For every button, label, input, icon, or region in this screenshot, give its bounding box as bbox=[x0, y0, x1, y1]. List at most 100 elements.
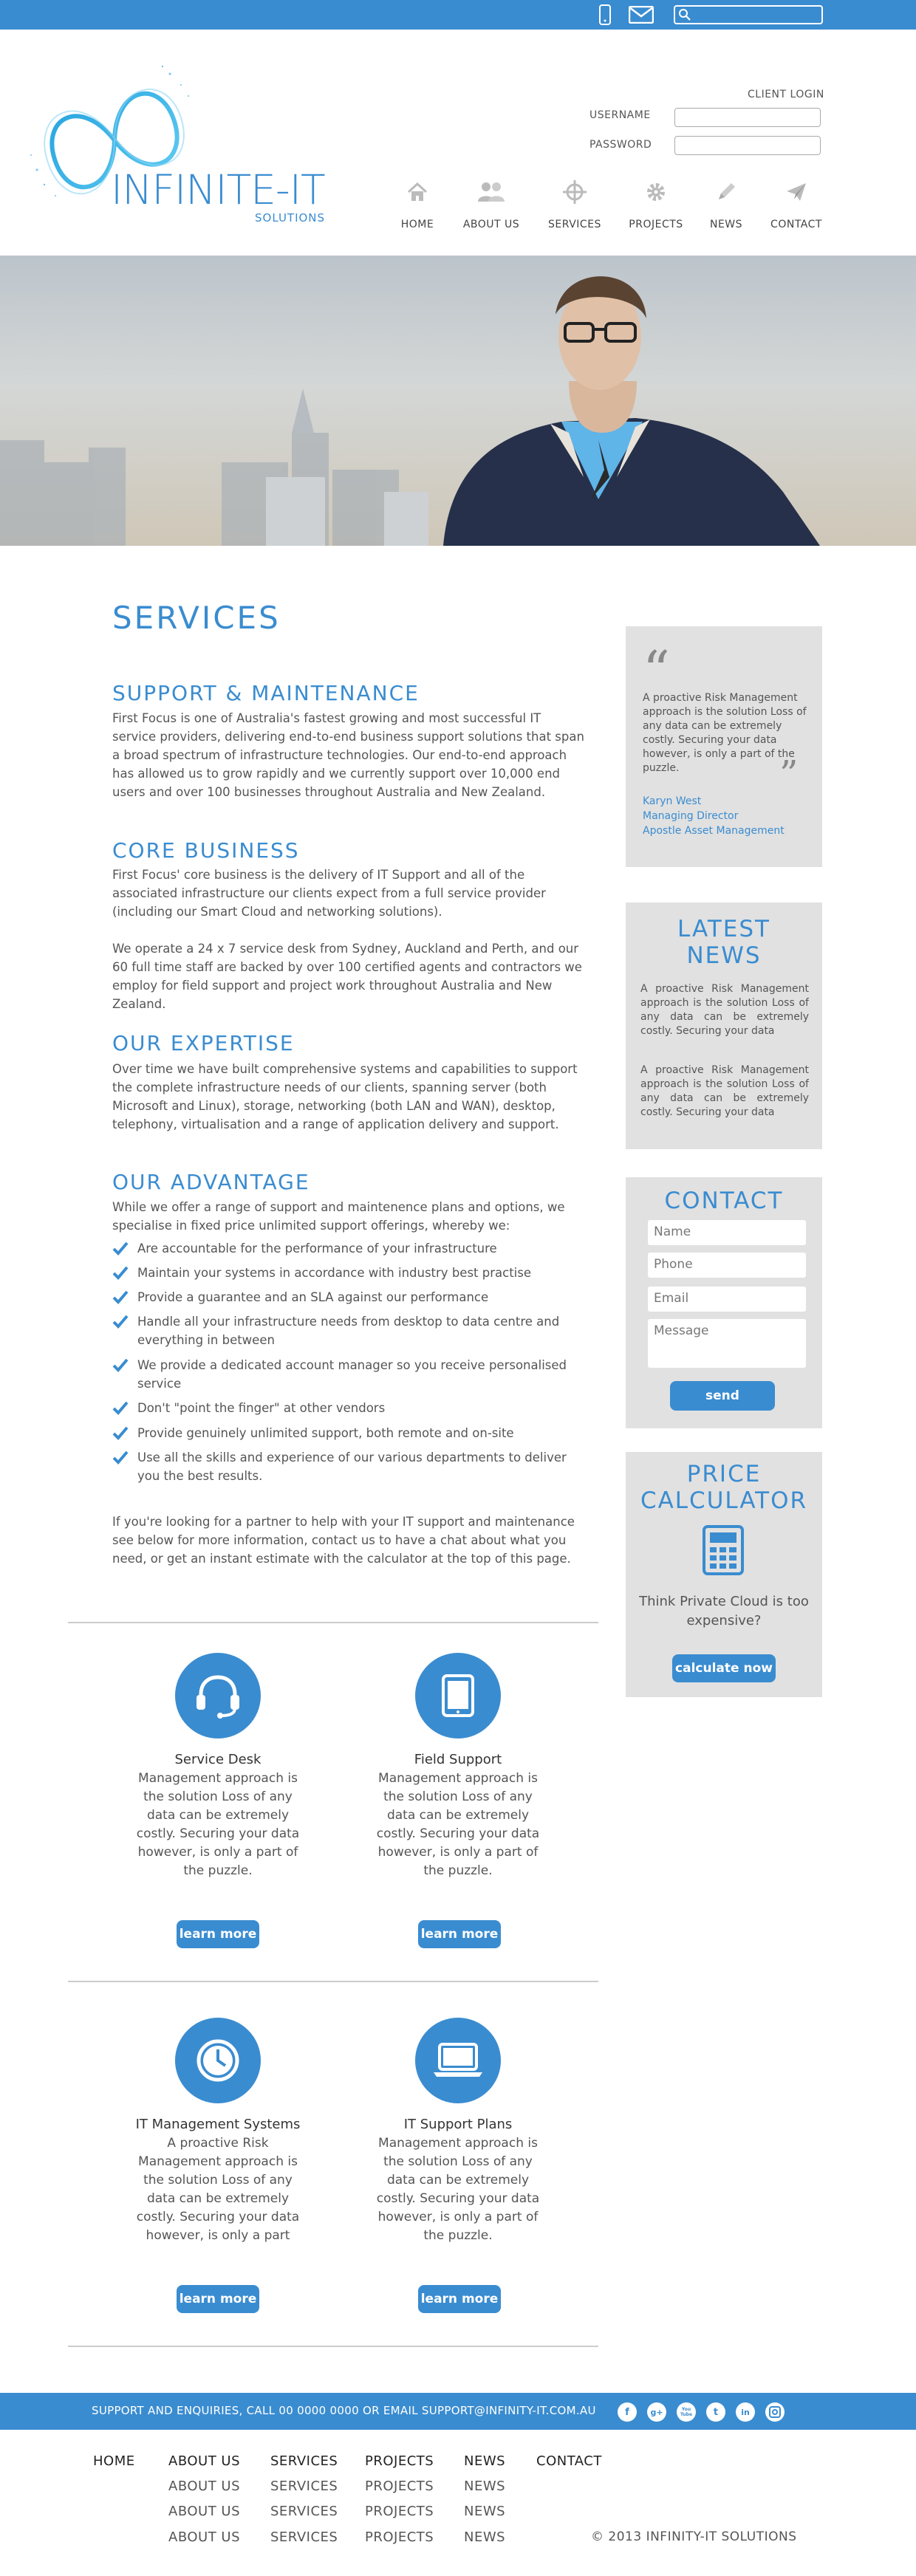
learn-more-button[interactable]: learn more bbox=[418, 2285, 501, 2313]
password-input[interactable] bbox=[674, 136, 821, 155]
footer-nav-contact[interactable]: CONTACT bbox=[536, 2453, 602, 2469]
testimonial-role: Managing Director bbox=[643, 810, 739, 822]
service-text: A proactive Risk Management approach is … bbox=[136, 2136, 300, 2243]
advantage-item: Maintain your systems in accordance with… bbox=[112, 1264, 585, 1285]
linkedin-icon[interactable]: in bbox=[736, 2402, 755, 2422]
footer-sub-services[interactable]: SERVICES bbox=[270, 2479, 338, 2494]
hero-banner-image bbox=[0, 256, 916, 546]
service-title: IT Support Plans bbox=[403, 2117, 513, 2132]
footer-sub-projects[interactable]: PROJECTS bbox=[365, 2479, 434, 2494]
advantage-text: Handle all your infrastructure needs fro… bbox=[137, 1315, 560, 1347]
youtube-icon[interactable]: You Tube bbox=[677, 2402, 696, 2422]
divider bbox=[68, 1981, 598, 1982]
advantage-item: Provide a guarantee and an SLA against o… bbox=[112, 1288, 585, 1309]
footer-nav-home[interactable]: HOME bbox=[93, 2453, 135, 2469]
nav-projects[interactable]: PROJECTS bbox=[623, 177, 689, 230]
section-heading-support: SUPPORT & MAINTENANCE bbox=[112, 681, 420, 705]
footer-contact-text: SUPPORT AND ENQUIRIES, CALL 00 0000 0000… bbox=[92, 2404, 596, 2417]
service-text: Management approach is the solution Loss… bbox=[136, 1771, 300, 1878]
footer-sub-about[interactable]: ABOUT US bbox=[168, 2504, 240, 2519]
service-text: Management approach is the solution Loss… bbox=[376, 2136, 540, 2243]
search-icon bbox=[678, 8, 691, 21]
footer-sub-projects[interactable]: PROJECTS bbox=[365, 2504, 434, 2519]
advantage-item: Provide genuinely unlimited support, bot… bbox=[112, 1424, 585, 1445]
section-text-core-1: First Focus' core business is the delive… bbox=[112, 868, 546, 919]
section-text-advantage: While we offer a range of support and ma… bbox=[112, 1200, 565, 1233]
advantage-item: Use all the skills and experience of our… bbox=[112, 1448, 585, 1485]
nav-about-us[interactable]: ABOUT US bbox=[458, 177, 524, 230]
footer-nav-projects[interactable]: PROJECTS bbox=[365, 2453, 434, 2469]
checkmark-icon bbox=[112, 1448, 137, 1485]
nav-about-us-label: ABOUT US bbox=[462, 219, 520, 230]
checkmark-icon bbox=[112, 1356, 137, 1393]
clock-icon[interactable] bbox=[175, 2018, 261, 2103]
username-input[interactable] bbox=[674, 108, 821, 127]
calculator-text: Think Private Cloud is too expensive? bbox=[639, 1594, 809, 1628]
laptop-icon[interactable] bbox=[415, 2018, 501, 2103]
footer-sub-about[interactable]: ABOUT US bbox=[168, 2479, 240, 2494]
nav-services[interactable]: SERVICES bbox=[541, 177, 608, 230]
advantage-item: Handle all your infrastructure needs fro… bbox=[112, 1312, 585, 1349]
news-item[interactable]: A proactive Risk Management approach is … bbox=[640, 982, 809, 1038]
instagram-icon[interactable] bbox=[765, 2402, 785, 2422]
checkmark-icon bbox=[112, 1239, 137, 1261]
username-label: USERNAME bbox=[589, 109, 651, 121]
search-input[interactable] bbox=[674, 5, 823, 24]
advantage-text: Are accountable for the performance of y… bbox=[137, 1241, 497, 1256]
pencil-icon bbox=[693, 177, 759, 207]
calculate-now-button[interactable]: calculate now bbox=[672, 1654, 776, 1682]
contact-email-input[interactable]: Email bbox=[648, 1287, 806, 1312]
contact-name-input[interactable]: Name bbox=[648, 1220, 806, 1245]
closing-text: If you're looking for a partner to help … bbox=[112, 1515, 575, 1566]
twitter-icon[interactable]: t bbox=[706, 2402, 725, 2422]
checkmark-icon bbox=[112, 1312, 137, 1349]
google-plus-icon[interactable]: g+ bbox=[647, 2402, 666, 2422]
learn-more-button[interactable]: learn more bbox=[177, 1920, 259, 1948]
contact-phone-input[interactable]: Phone bbox=[648, 1253, 806, 1278]
news-item[interactable]: A proactive Risk Management approach is … bbox=[640, 1063, 809, 1120]
nav-news-label: NEWS bbox=[709, 219, 743, 230]
advantage-text: Provide a guarantee and an SLA against o… bbox=[137, 1290, 489, 1304]
gear-icon bbox=[623, 177, 689, 207]
open-quote-icon: “ bbox=[643, 640, 670, 702]
nav-news[interactable]: NEWS bbox=[693, 177, 759, 230]
advantage-text: Use all the skills and experience of our… bbox=[137, 1450, 567, 1483]
logo-wordmark[interactable]: INFINITE-IT bbox=[111, 166, 326, 213]
nav-projects-label: PROJECTS bbox=[629, 219, 683, 230]
contact-message-input[interactable]: Message bbox=[648, 1319, 806, 1368]
checkmark-icon bbox=[112, 1399, 137, 1420]
nav-home-label: HOME bbox=[400, 219, 434, 230]
footer-sub-news[interactable]: NEWS bbox=[464, 2529, 505, 2545]
tablet-icon[interactable] bbox=[415, 1653, 501, 1739]
linkedin-label: in bbox=[741, 2407, 750, 2417]
mobile-phone-icon[interactable] bbox=[594, 4, 616, 25]
footer-nav-services[interactable]: SERVICES bbox=[270, 2453, 338, 2469]
nav-contact-label: CONTACT bbox=[770, 219, 822, 230]
contact-heading: CONTACT bbox=[664, 1188, 784, 1214]
footer-sub-services[interactable]: SERVICES bbox=[270, 2529, 338, 2545]
advantage-text: Don't "point the finger" at other vendor… bbox=[137, 1401, 386, 1415]
headset-icon[interactable] bbox=[175, 1653, 261, 1739]
facebook-icon[interactable]: f bbox=[618, 2402, 637, 2422]
mail-icon[interactable] bbox=[628, 4, 654, 25]
footer-sub-news[interactable]: NEWS bbox=[464, 2479, 505, 2494]
news-heading: LATEST bbox=[677, 916, 770, 942]
footer-sub-news[interactable]: NEWS bbox=[464, 2504, 505, 2519]
footer-sub-about[interactable]: ABOUT US bbox=[168, 2529, 240, 2545]
footer-sub-services[interactable]: SERVICES bbox=[270, 2504, 338, 2519]
nav-home[interactable]: HOME bbox=[384, 177, 451, 230]
password-label: PASSWORD bbox=[589, 139, 652, 151]
calculator-icon bbox=[702, 1524, 745, 1579]
advantage-item: We provide a dedicated account manager s… bbox=[112, 1356, 585, 1393]
send-button[interactable]: send bbox=[670, 1381, 775, 1411]
close-quote-icon: ” bbox=[779, 753, 799, 795]
client-login-heading: CLIENT LOGIN bbox=[748, 89, 824, 100]
footer-nav-about[interactable]: ABOUT US bbox=[168, 2453, 240, 2469]
footer-nav-news[interactable]: NEWS bbox=[464, 2453, 505, 2469]
crosshair-icon bbox=[541, 177, 608, 207]
advantage-item: Don't "point the finger" at other vendor… bbox=[112, 1399, 585, 1420]
footer-sub-projects[interactable]: PROJECTS bbox=[365, 2529, 434, 2545]
learn-more-button[interactable]: learn more bbox=[177, 2285, 259, 2313]
learn-more-button[interactable]: learn more bbox=[418, 1920, 501, 1948]
nav-contact[interactable]: CONTACT bbox=[763, 177, 830, 230]
